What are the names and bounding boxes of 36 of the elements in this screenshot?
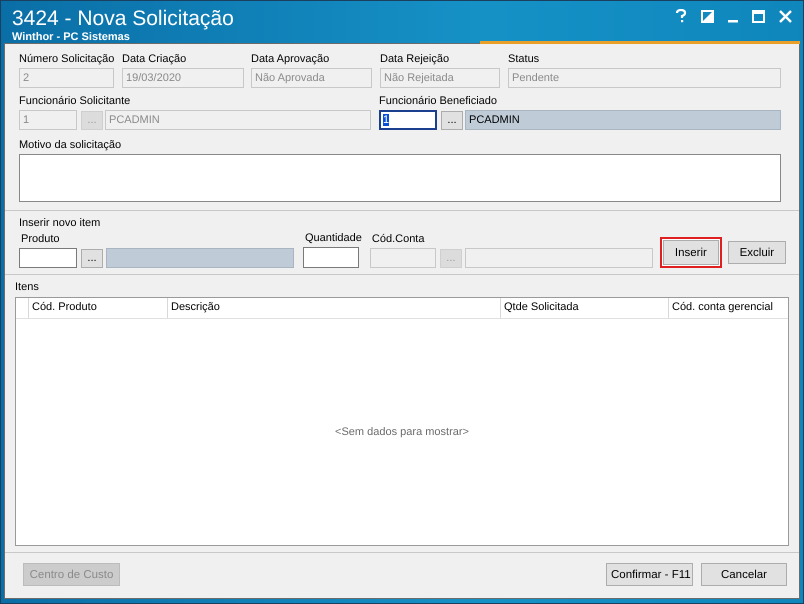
code-field[interactable]: 1	[379, 110, 437, 130]
restore-icon[interactable]	[701, 10, 714, 22]
empty-message: <Sem dados para mostrar>	[335, 426, 469, 438]
column-header[interactable]: Qtde Solicitada	[501, 298, 669, 318]
reason-textarea[interactable]	[19, 154, 781, 202]
cancel-button[interactable]: Cancelar	[701, 563, 787, 586]
field-label: Cód.Conta	[370, 232, 426, 247]
field-label: Número Solicitação	[19, 52, 114, 67]
window-subtitle: Winthor - PC Sistemas	[12, 31, 131, 43]
column-header[interactable]: Cód. Produto	[29, 298, 168, 318]
column-header[interactable]: Descrição	[168, 298, 501, 318]
help-icon[interactable]	[675, 9, 687, 23]
confirm-button[interactable]: Confirmar - F11	[606, 563, 693, 586]
field-label: Data Aprovação	[251, 52, 330, 67]
name-field[interactable]: PCADMIN	[465, 110, 781, 130]
field-label: Quantidade	[304, 231, 362, 246]
close-icon[interactable]	[779, 10, 792, 22]
delete-button[interactable]: Excluir	[728, 241, 786, 264]
field-label: Funcionário Beneficiado	[379, 94, 498, 109]
group-title: Itens	[15, 281, 40, 293]
field-label: Data Criação	[122, 52, 188, 67]
group-title: Inserir novo item	[19, 217, 102, 229]
lookup-button[interactable]: ...	[441, 110, 463, 130]
maximize-icon[interactable]	[752, 10, 765, 22]
column-header[interactable]: Cód. conta gerencial	[669, 298, 788, 318]
window-title: 3424 - Nova Solicitação	[12, 7, 234, 31]
field-label: Motivo da solicitação	[19, 138, 122, 153]
field-label: Data Rejeição	[380, 52, 450, 67]
product-name-field[interactable]	[106, 248, 294, 268]
product-code-field[interactable]	[19, 248, 77, 268]
field-label: Produto	[20, 232, 61, 247]
field-label: Status	[508, 52, 540, 67]
field-label: Funcionário Solicitante	[19, 94, 132, 109]
insert-button[interactable]: Inserir	[660, 237, 722, 268]
quantity-field[interactable]	[303, 247, 359, 268]
lookup-button[interactable]: ...	[81, 248, 103, 268]
